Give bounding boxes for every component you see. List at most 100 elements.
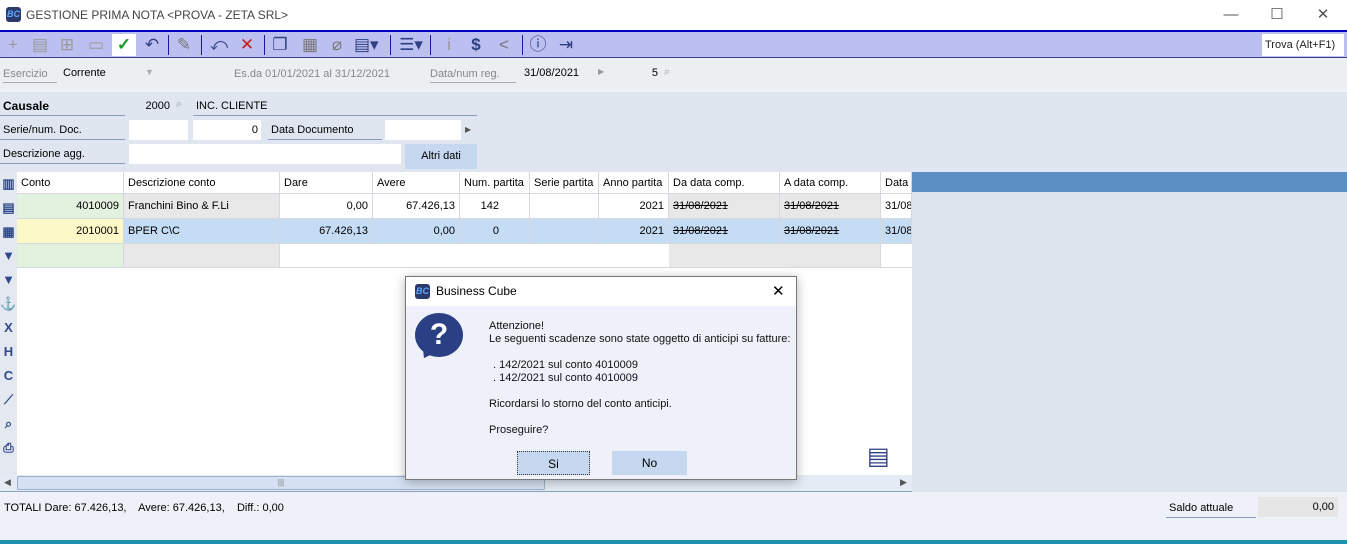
chevron-right-icon[interactable]: ▶: [598, 67, 604, 76]
anno-partita-cell[interactable]: 2021: [599, 194, 669, 218]
scroll-left-icon[interactable]: ◀: [4, 477, 11, 488]
serie-partita-cell[interactable]: [530, 194, 599, 218]
avere-cell[interactable]: 0,00: [373, 219, 460, 243]
pencil-icon[interactable]: ✎: [172, 34, 196, 56]
serie-label: Serie/num. Doc.: [0, 120, 125, 140]
serie-input[interactable]: [129, 120, 188, 140]
num-partita-cell[interactable]: 0: [460, 219, 530, 243]
dare-cell[interactable]: 67.426,13: [280, 219, 373, 243]
notes-icon[interactable]: ▤: [867, 442, 890, 471]
add-window-icon[interactable]: ⊞: [55, 34, 79, 56]
table-row[interactable]: 4010009 Franchini Bino & F.Li 0,00 67.42…: [17, 194, 912, 219]
print-icon[interactable]: ⎙: [0, 440, 17, 462]
copy-icon[interactable]: ❐: [268, 34, 292, 56]
avere-cell[interactable]: 67.426,13: [373, 194, 460, 218]
list-icon[interactable]: ▤: [0, 200, 17, 222]
descr-input[interactable]: [129, 144, 401, 164]
filter-icon[interactable]: ▼: [0, 248, 17, 270]
altri-dati-button[interactable]: Altri dati: [405, 144, 477, 169]
close-button[interactable]: ✕: [1300, 4, 1346, 26]
conto-cell[interactable]: 2010001: [17, 219, 124, 243]
chevron-down-icon[interactable]: ▼: [145, 67, 154, 77]
column-header[interactable]: Anno partita: [599, 172, 669, 193]
causale-code-input[interactable]: 2000: [130, 100, 170, 112]
app-logo: BC: [415, 284, 430, 299]
conto-cell[interactable]: [17, 244, 124, 267]
descr-cell[interactable]: BPER C\C: [124, 219, 280, 243]
num-doc-input[interactable]: 0: [193, 120, 261, 140]
help-icon[interactable]: ⓘ: [526, 34, 550, 56]
column-header[interactable]: A data comp.: [780, 172, 881, 193]
dialog-close-button[interactable]: ✕: [772, 282, 785, 300]
search-icon[interactable]: ⌕: [664, 66, 670, 79]
da-data-cell[interactable]: 31/08/2021: [669, 194, 780, 218]
dare-cell[interactable]: 0,00: [280, 194, 373, 218]
export-c-icon[interactable]: C: [0, 368, 17, 390]
column-header[interactable]: Descrizione conto: [124, 172, 280, 193]
folder-icon[interactable]: ▭: [84, 34, 108, 56]
table-row-new[interactable]: [17, 244, 912, 268]
undo-icon[interactable]: ↶: [140, 34, 164, 56]
a-data-cell[interactable]: 31/08/2021: [780, 194, 881, 218]
conto-cell[interactable]: 4010009: [17, 194, 124, 218]
num-partita-cell[interactable]: 142: [460, 194, 530, 218]
data-doc-input[interactable]: [385, 120, 461, 140]
exit-icon[interactable]: ⇥: [554, 34, 578, 56]
anchor-icon[interactable]: ⚓: [0, 296, 17, 318]
anno-partita-cell[interactable]: 2021: [599, 219, 669, 243]
export-x-icon[interactable]: X: [0, 320, 17, 342]
preview-icon[interactable]: ⌕: [0, 416, 17, 438]
no-button[interactable]: No: [612, 451, 687, 475]
info-icon[interactable]: i: [437, 34, 461, 56]
search-input[interactable]: Trova (Alt+F1): [1262, 34, 1344, 56]
da-data-cell[interactable]: 31/08/2021: [669, 219, 780, 243]
saldo-value: 0,00: [1258, 497, 1338, 517]
num-reg-input[interactable]: 5: [614, 67, 658, 79]
document-icon[interactable]: ▤▾: [354, 34, 379, 56]
data-cell[interactable]: 31/08: [881, 194, 912, 218]
calendar-search-icon[interactable]: ▦: [298, 34, 322, 56]
date-cells[interactable]: [669, 244, 881, 267]
scroll-right-icon[interactable]: ▶: [900, 477, 907, 488]
data-cell[interactable]: 31/08: [881, 219, 912, 243]
grid-header: Conto Descrizione conto Dare Avere Num. …: [17, 172, 912, 194]
plus-icon[interactable]: +: [1, 34, 25, 56]
a-data-cell[interactable]: 31/08/2021: [780, 219, 881, 243]
check-icon[interactable]: ✓: [112, 34, 136, 56]
descr-cell[interactable]: Franchini Bino & F.Li: [124, 194, 280, 218]
column-header[interactable]: Serie partita: [530, 172, 599, 193]
list-detail-icon[interactable]: ▦: [0, 224, 17, 246]
table-row-selected[interactable]: 2010001 BPER C\C 67.426,13 0,00 0 2021 3…: [17, 219, 912, 244]
status-bar: TOTALI Dare: 67.426,13, Avere: 67.426,13…: [0, 492, 1347, 540]
filter-clear-icon[interactable]: ▼: [0, 272, 17, 294]
search-icon[interactable]: ⌕: [176, 98, 182, 111]
menu-icon[interactable]: ☰▾: [396, 34, 426, 56]
share-icon[interactable]: <: [492, 34, 516, 56]
data-reg-input[interactable]: 31/08/2021: [524, 67, 579, 79]
chart-icon[interactable]: ⟋: [0, 392, 17, 414]
chevron-right-icon[interactable]: ▶: [465, 125, 471, 134]
attach-icon[interactable]: ⌀: [325, 34, 349, 56]
window-title: GESTIONE PRIMA NOTA <PROVA - ZETA SRL>: [26, 8, 289, 22]
maximize-button[interactable]: ☐: [1254, 4, 1300, 26]
columns-icon[interactable]: ▥: [0, 176, 17, 198]
minimize-button[interactable]: —: [1208, 4, 1254, 26]
column-header[interactable]: Conto: [17, 172, 124, 193]
column-header[interactable]: Dare: [280, 172, 373, 193]
descr-cell[interactable]: [124, 244, 280, 267]
dollar-icon[interactable]: $: [464, 34, 488, 56]
dialog-title-bar: BC Business Cube ✕: [406, 277, 796, 306]
column-header[interactable]: Da data comp.: [669, 172, 780, 193]
column-header[interactable]: Num. partita: [460, 172, 530, 193]
revert-icon[interactable]: ⤺: [207, 34, 231, 56]
delete-icon[interactable]: ✕: [235, 34, 259, 56]
data-reg-label: Data/num reg.: [430, 68, 516, 83]
export-h-icon[interactable]: H: [0, 344, 17, 366]
new-list-icon[interactable]: ▤: [28, 34, 52, 56]
serie-partita-cell[interactable]: [530, 219, 599, 243]
column-header[interactable]: Avere: [373, 172, 460, 193]
yes-button[interactable]: Si: [517, 451, 590, 475]
data-doc-label: Data Documento: [268, 120, 382, 140]
column-header[interactable]: Data: [881, 172, 912, 193]
esercizio-select[interactable]: Corrente: [63, 67, 106, 79]
